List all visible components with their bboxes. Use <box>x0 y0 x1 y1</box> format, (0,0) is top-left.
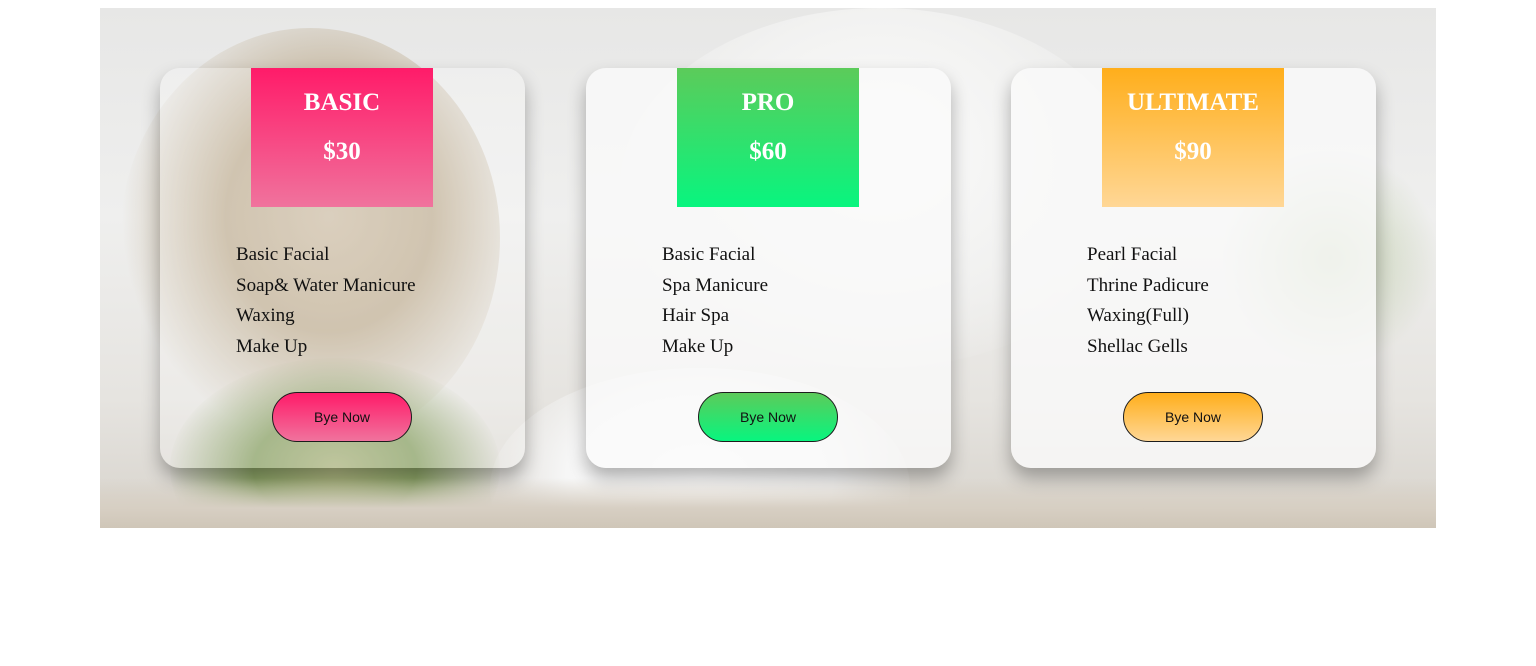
feature-item: Make Up <box>236 335 308 357</box>
plan-header-basic: BASIC $30 <box>251 68 433 207</box>
pricing-card-pro: PRO $60 Basic Facial Spa Manicure Hair S… <box>586 68 951 468</box>
plan-name: PRO <box>741 89 795 116</box>
plan-price: $30 <box>323 138 361 165</box>
buy-now-button-ultimate[interactable]: Bye Now <box>1123 392 1263 442</box>
plan-header-pro: PRO $60 <box>677 68 859 207</box>
feature-list: Pearl Facial Thrine Padicure Waxing(Full… <box>1087 240 1209 362</box>
feature-list: Basic Facial Spa Manicure Hair Spa Make … <box>662 240 768 362</box>
feature-item: Shellac Gells <box>1087 335 1188 357</box>
background-shelf <box>100 478 1436 528</box>
plan-price: $90 <box>1174 138 1212 165</box>
feature-item: Waxing <box>236 305 295 326</box>
feature-item: Spa Manicure <box>662 274 769 296</box>
feature-item: Thrine Padicure <box>1087 274 1209 296</box>
feature-item: Pearl Facial <box>1087 244 1178 265</box>
feature-item: Waxing(Full) <box>1087 305 1189 326</box>
plan-price: $60 <box>749 138 787 165</box>
plan-name: ULTIMATE <box>1127 89 1259 116</box>
feature-item: Basic Facial <box>236 244 330 265</box>
feature-item: Soap& Water Manicure <box>236 274 416 296</box>
pricing-card-ultimate: ULTIMATE $90 Pearl Facial Thrine Padicur… <box>1011 68 1376 468</box>
buy-now-button-pro[interactable]: Bye Now <box>698 392 838 442</box>
plan-name: BASIC <box>303 89 381 116</box>
feature-item: Basic Facial <box>662 244 756 265</box>
buy-now-button-basic[interactable]: Bye Now <box>272 392 412 442</box>
feature-list: Basic Facial Soap& Water Manicure Waxing… <box>236 240 416 362</box>
pricing-card-basic: BASIC $30 Basic Facial Soap& Water Manic… <box>160 68 525 468</box>
feature-item: Make Up <box>662 335 734 357</box>
plan-header-ultimate: ULTIMATE $90 <box>1102 68 1284 207</box>
feature-item: Hair Spa <box>662 305 730 326</box>
